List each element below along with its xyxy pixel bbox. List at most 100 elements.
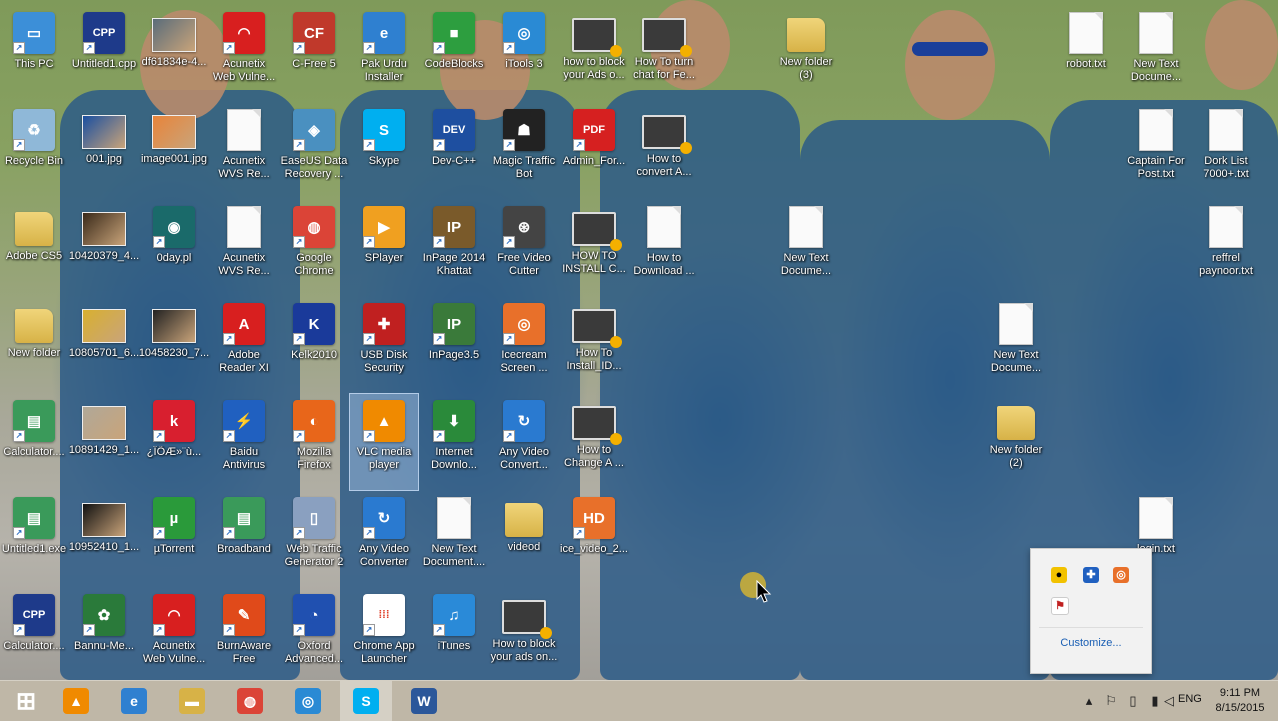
desktop-icon-001-jpg[interactable]: 001.jpg	[70, 103, 138, 199]
desktop-icon-10891429-1[interactable]: 10891429_1...	[69, 394, 139, 490]
action-center-flag-icon[interactable]: ⚐	[1102, 691, 1120, 711]
desktop-icon-acunetix-web-vulne[interactable]: ◠ ↗ Acunetix Web Vulne...	[210, 6, 278, 102]
desktop-icon-skype[interactable]: S ↗ Skype	[350, 103, 418, 199]
desktop-icon-10458230-7[interactable]: 10458230_7...	[139, 297, 209, 393]
taskbar-skype[interactable]: S	[340, 681, 392, 721]
desktop-icon-10952410-1[interactable]: 10952410_1...	[69, 491, 139, 587]
desktop-icon-bannu-me[interactable]: ✿ ↗ Bannu-Me...	[70, 588, 138, 680]
desktop-icon-untitled1-cpp[interactable]: CPP ↗ Untitled1.cpp	[70, 6, 138, 102]
desktop-icon-broadband[interactable]: ▤ ↗ Broadband	[210, 491, 278, 587]
desktop-icon-10420379-4[interactable]: 10420379_4...	[69, 200, 139, 296]
desktop-icon-how-to-change-a[interactable]: How to Change A ...	[560, 394, 628, 490]
desktop-icon-dev-c[interactable]: DEV ↗ Dev-C++	[420, 103, 488, 199]
desktop-icon-calculator[interactable]: CPP ↗ Calculator....	[0, 588, 68, 680]
desktop-icon-image001-jpg[interactable]: image001.jpg	[140, 103, 208, 199]
desktop-icon-new-text-docume[interactable]: New Text Docume...	[1122, 6, 1190, 102]
taskbar-file-explorer[interactable]: ▬	[166, 681, 218, 721]
desktop-icon-untitled1-exe[interactable]: ▤ ↗ Untitled1.exe	[0, 491, 68, 587]
volume-icon[interactable]: ◁	[1160, 691, 1178, 711]
desktop-icon-itools-3[interactable]: ◎ ↗ iTools 3	[490, 6, 558, 102]
desktop-icon-how-to-block-your-ads-o[interactable]: how to block your Ads o...	[560, 6, 628, 102]
desktop-icon-google-chrome[interactable]: ◍ ↗ Google Chrome	[280, 200, 348, 296]
desktop-icon-vlc-media-player[interactable]: ▲ ↗ VLC media player	[349, 393, 419, 491]
system-clock[interactable]: 9:11 PM 8/15/2015	[1212, 686, 1268, 716]
input-language-indicator[interactable]: ENG	[1178, 693, 1202, 705]
desktop-icon-10805701-6[interactable]: 10805701_6...	[69, 297, 139, 393]
desktop-icon-reffrel-paynoor-txt[interactable]: reffrel paynoor.txt	[1192, 200, 1260, 296]
desktop-icon-how-to-download[interactable]: How to Download ...	[630, 200, 698, 296]
norton-icon[interactable]: ●	[1051, 567, 1067, 583]
shortcut-arrow-icon: ↗	[293, 139, 305, 151]
desktop-icon-c-free-5[interactable]: CF ↗ C-Free 5	[280, 6, 348, 102]
desktop-icon-how-to-install-id[interactable]: How To Install_ID...	[560, 297, 628, 393]
desktop-icon-new-text-docume[interactable]: New Text Docume...	[982, 297, 1050, 393]
desktop-icon-0day-pl[interactable]: ◉ ↗ 0day.pl	[140, 200, 208, 296]
desktop-icon-how-to-convert-a[interactable]: How to convert A...	[630, 103, 698, 199]
chrome-icon: ◍	[237, 688, 263, 714]
desktop-icon-free-video-cutter[interactable]: ⊛ ↗ Free Video Cutter	[490, 200, 558, 296]
desktop-icon-splayer[interactable]: ▶ ↗ SPlayer	[350, 200, 418, 296]
desktop-icon-new-text-document[interactable]: New Text Document....	[420, 491, 488, 587]
desktop-icon-adobe-cs5[interactable]: Adobe CS5	[0, 200, 68, 296]
desktop-icon-icecream-screen[interactable]: ◎ ↗ Icecream Screen ...	[490, 297, 558, 393]
desktop-icon-new-folder-3[interactable]: New folder (3)	[772, 6, 840, 102]
start-button[interactable]: ⊞	[0, 681, 52, 721]
desktop-icon-this-pc[interactable]: ▭ ↗ This PC	[0, 6, 68, 102]
desktop-icon-burnaware-free[interactable]: ✎ ↗ BurnAware Free	[210, 588, 278, 680]
desktop-icon-ice-video-2[interactable]: HD ↗ ice_video_2...	[560, 491, 628, 587]
desktop-icon-itunes[interactable]: ♫ ↗ iTunes	[420, 588, 488, 680]
desktop-icon-any-video-converter[interactable]: ↻ ↗ Any Video Converter	[350, 491, 418, 587]
desktop-icon-admin-for[interactable]: PDF ↗ Admin_For...	[560, 103, 628, 199]
desktop-icon-calculator[interactable]: ▤ ↗ Calculator....	[0, 394, 68, 490]
shortcut-arrow-icon: ↗	[223, 527, 235, 539]
desktop-icon-new-folder-2[interactable]: New folder (2)	[982, 394, 1050, 490]
desktop-icon-inpage-2014-khattat[interactable]: IP ↗ InPage 2014 Khattat	[420, 200, 488, 296]
desktop-icon-acunetix-web-vulne[interactable]: ◠ ↗ Acunetix Web Vulne...	[140, 588, 208, 680]
desktop-icon-how-to-block-your-ads-on[interactable]: How to block your ads on...	[490, 588, 558, 680]
desktop-icon-oxford-advanced[interactable]: ◔ ↗ Oxford Advanced...	[280, 588, 348, 680]
desktop-icon-label: Mozilla Firefox	[296, 446, 332, 471]
flag-icon[interactable]: ⚑	[1051, 597, 1069, 615]
desktop-icon-how-to-install-c[interactable]: HOW TO INSTALL C...	[560, 200, 628, 296]
desktop-icon-robot-txt[interactable]: robot.txt	[1052, 6, 1120, 102]
desktop-icon-any-video-convert[interactable]: ↻ ↗ Any Video Convert...	[490, 394, 558, 490]
shortcut-arrow-icon: ↗	[153, 527, 165, 539]
desktop-icon-recycle-bin[interactable]: ♻ ↗ Recycle Bin	[0, 103, 68, 199]
taskbar-chrome[interactable]: ◍	[224, 681, 276, 721]
shield-icon[interactable]: ✚	[1083, 567, 1099, 583]
desktop-icon-df61834e-4[interactable]: df61834e-4...	[140, 6, 208, 102]
desktop-icon-inpage3-5[interactable]: IP ↗ InPage3.5	[420, 297, 488, 393]
desktop-icon-adobe-reader-xi[interactable]: A ↗ Adobe Reader XI	[210, 297, 278, 393]
desktop-icon-pak-urdu-installer[interactable]: e ↗ Pak Urdu Installer	[350, 6, 418, 102]
desktop-icon-kelk2010[interactable]: K ↗ Kelk2010	[280, 297, 348, 393]
desktop-icon-mozilla-firefox[interactable]: ◐ ↗ Mozilla Firefox	[280, 394, 348, 490]
desktop-icon-how-to-turn-chat-for-fe[interactable]: How To turn chat for Fe...	[630, 6, 698, 102]
taskbar-word[interactable]: W	[398, 681, 450, 721]
network-icon[interactable]: ▯	[1124, 691, 1142, 711]
desktop-icon-acunetix-wvs-re[interactable]: Acunetix WVS Re...	[210, 103, 278, 199]
desktop-icon-label: Captain For Post.txt	[1127, 155, 1185, 180]
desktop-icon-usb-disk-security[interactable]: ✚ ↗ USB Disk Security	[350, 297, 418, 393]
desktop-icon-torrent[interactable]: µ ↗ µTorrent	[140, 491, 208, 587]
desktop-icon-web-traffic-generator-2[interactable]: ▯ ↗ Web Traffic Generator 2	[280, 491, 348, 587]
icecream-icon[interactable]: ◎	[1113, 567, 1129, 583]
desktop-icon-magic-traffic-bot[interactable]: ☗ ↗ Magic Traffic Bot	[490, 103, 558, 199]
desktop-icon-new-text-docume[interactable]: New Text Docume...	[772, 200, 840, 296]
desktop-icon-videod[interactable]: videod	[490, 491, 558, 587]
desktop-icon-internet-downlo[interactable]: ⬇ ↗ Internet Downlo...	[420, 394, 488, 490]
taskbar-internet-explorer[interactable]: e	[108, 681, 160, 721]
show-hidden-icons-icon[interactable]: ▴	[1080, 691, 1098, 711]
desktop[interactable]: ▭ ↗ This PC CPP ↗ Untitled1.cpp df61834e-4... ◠…	[0, 0, 1278, 680]
desktop-icon-chrome-app-launcher[interactable]: ⁞⁞⁞ ↗ Chrome App Launcher	[350, 588, 418, 680]
desktop-icon-item[interactable]: k ↗ ¿ÎÕÆ»¨ù...	[140, 394, 208, 490]
desktop-icon-codeblocks[interactable]: ■ ↗ CodeBlocks	[420, 6, 488, 102]
desktop-icon-captain-for-post-txt[interactable]: Captain For Post.txt	[1122, 103, 1190, 199]
desktop-icon-easeus-data-recovery[interactable]: ◈ ↗ EaseUS Data Recovery ...	[280, 103, 348, 199]
customize-link[interactable]: Customize...	[1031, 637, 1151, 649]
desktop-icon-baidu-antivirus[interactable]: ⚡ ↗ Baidu Antivirus	[210, 394, 278, 490]
taskbar-itools[interactable]: ◎	[282, 681, 334, 721]
desktop-icon-acunetix-wvs-re[interactable]: Acunetix WVS Re...	[210, 200, 278, 296]
desktop-icon-dork-list-7000-txt[interactable]: Dork List 7000+.txt	[1192, 103, 1260, 199]
taskbar-vlc[interactable]: ▲	[50, 681, 102, 721]
desktop-icon-new-folder[interactable]: New folder	[0, 297, 68, 393]
